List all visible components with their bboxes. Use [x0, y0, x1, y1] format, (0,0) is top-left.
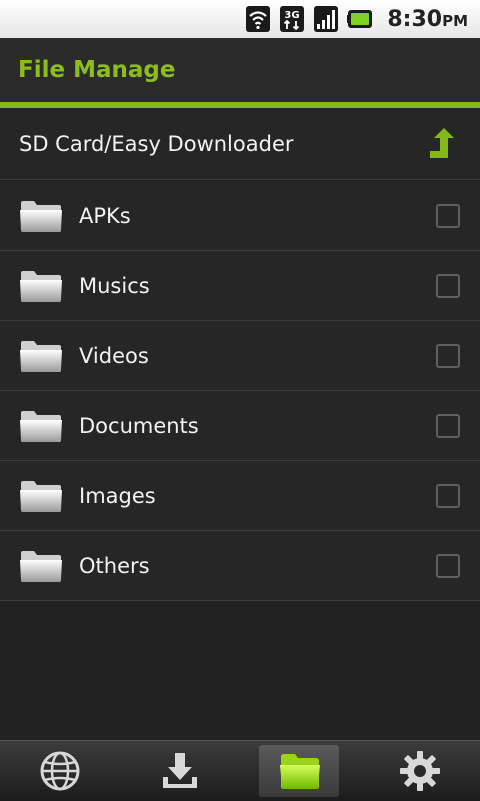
- select-checkbox[interactable]: [436, 413, 460, 438]
- folder-icon: [19, 549, 63, 583]
- tab-file-manage[interactable]: [240, 741, 360, 801]
- current-path: SD Card/Easy Downloader: [19, 131, 294, 156]
- svg-text:3G: 3G: [285, 10, 300, 21]
- select-checkbox[interactable]: [436, 483, 460, 508]
- app-header: File Manage: [0, 38, 480, 102]
- folder-icon: [19, 409, 63, 443]
- folder-label: Documents: [79, 413, 199, 438]
- list-item[interactable]: Others: [0, 531, 480, 601]
- list-item[interactable]: Videos: [0, 321, 480, 391]
- tab-downloads[interactable]: [120, 741, 240, 801]
- parent-folder-button[interactable]: [422, 122, 466, 166]
- clock-suffix: PM: [442, 11, 468, 30]
- battery-icon: [347, 4, 373, 34]
- wifi-icon: [245, 4, 271, 34]
- gear-icon: [400, 751, 440, 791]
- list-item[interactable]: Images: [0, 461, 480, 531]
- select-checkbox[interactable]: [436, 273, 460, 298]
- select-checkbox[interactable]: [436, 553, 460, 578]
- list-item[interactable]: Musics: [0, 251, 480, 321]
- up-arrow-icon: [430, 127, 454, 158]
- clock: 8:30PM: [387, 7, 468, 32]
- list-item[interactable]: Documents: [0, 391, 480, 461]
- bottom-tab-bar: [0, 740, 480, 801]
- page-title: File Manage: [18, 57, 176, 83]
- folder-label: APKs: [79, 203, 131, 228]
- folder-icon: [19, 199, 63, 233]
- folder-icon: [19, 479, 63, 513]
- folder-label: Others: [79, 553, 150, 578]
- globe-icon: [40, 751, 80, 791]
- tab-browser[interactable]: [0, 741, 120, 801]
- current-path-row: SD Card/Easy Downloader: [0, 108, 480, 180]
- folder-icon: [280, 754, 320, 789]
- folder-icon: [19, 269, 63, 303]
- list-item[interactable]: APKs: [0, 181, 480, 251]
- status-bar: 3G 8:30PM: [0, 0, 480, 38]
- folder-label: Musics: [79, 273, 150, 298]
- folder-label: Videos: [79, 343, 149, 368]
- select-checkbox[interactable]: [436, 203, 460, 228]
- tab-settings[interactable]: [360, 741, 480, 801]
- download-icon: [163, 753, 197, 788]
- select-checkbox[interactable]: [436, 343, 460, 368]
- folder-list: APKs Musics Videos Documents Images Othe: [0, 181, 480, 601]
- 3g-icon: 3G: [279, 4, 305, 34]
- signal-icon: [313, 4, 339, 34]
- folder-label: Images: [79, 483, 156, 508]
- folder-icon: [19, 339, 63, 373]
- clock-time: 8:30: [387, 6, 443, 32]
